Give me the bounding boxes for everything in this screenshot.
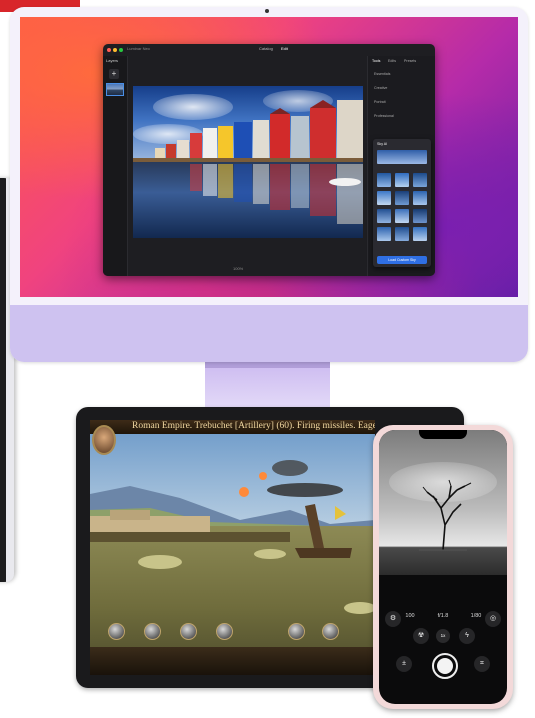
window-close-button[interactable] [107, 48, 111, 52]
zoom-button[interactable]: 1x [436, 629, 450, 643]
sky-thumbnail[interactable] [377, 191, 391, 205]
add-layer-button[interactable]: + [109, 69, 119, 79]
window-minimize-button[interactable] [113, 48, 117, 52]
exposure-compensation-icon[interactable]: ± [396, 656, 412, 672]
zoom-level[interactable]: 100% [233, 266, 243, 271]
sky-thumbnail[interactable] [413, 227, 427, 241]
sky-thumbnail[interactable] [377, 173, 391, 187]
sky-thumbnail[interactable] [377, 227, 391, 241]
imac-screen: Luminar Neo Catalog Edit Layers + Tools … [20, 17, 518, 297]
exposure-icon[interactable]: ☢ [413, 628, 429, 644]
settings-icon[interactable]: ⚙ [385, 611, 401, 627]
game-command-button[interactable] [144, 623, 161, 640]
shutter-inner [437, 658, 453, 674]
imac-chin [10, 305, 528, 362]
load-custom-sky-button[interactable]: Load Custom Sky [377, 256, 427, 264]
layer-thumbnail[interactable] [106, 83, 124, 96]
edited-photo [133, 86, 363, 238]
iso-value[interactable]: 100 [399, 613, 421, 619]
sky-thumbnail[interactable] [395, 209, 409, 223]
panel-item-creative[interactable]: Creative [374, 86, 387, 90]
iphone-notch [419, 430, 467, 439]
panel-tab-edits[interactable]: Edits [388, 59, 396, 63]
game-command-button[interactable] [108, 623, 125, 640]
game-command-button[interactable] [180, 623, 197, 640]
layers-label: Layers [106, 58, 119, 63]
sky-thumbnail[interactable] [413, 173, 427, 187]
general-portrait[interactable] [92, 425, 116, 455]
panel-item-portrait[interactable]: Portrait [374, 100, 386, 104]
shutter-button[interactable] [432, 653, 458, 679]
aperture-value[interactable]: f/1.8 [429, 613, 457, 619]
game-status-text: Roman Empire. Trebuchet [Artillery] (60)… [132, 421, 375, 431]
iphone-camera-screen: 100 f/1.8 1/80 ⚙ ◎ ☢ ϟ 1x ± ⌗ [379, 430, 507, 704]
sky-preview [377, 150, 427, 164]
houses-illustration [133, 100, 363, 224]
photo-editor-window: Luminar Neo Catalog Edit Layers + Tools … [103, 44, 435, 276]
sky-thumbnail[interactable] [413, 209, 427, 223]
sky-selection-popup: Sky AI Load Custom Sky [373, 139, 431, 267]
window-title: Luminar Neo [127, 46, 150, 51]
tab-edit[interactable]: Edit [281, 46, 288, 51]
timer-icon[interactable]: ◎ [485, 611, 501, 627]
sky-popup-title: Sky AI [377, 142, 388, 146]
frame-icon[interactable]: ⌗ [474, 656, 490, 672]
sky-thumbnail[interactable] [395, 173, 409, 187]
panel-tab-tools[interactable]: Tools [372, 59, 380, 63]
ipad-game-screen: Roman Empire. Trebuchet [Artillery] (60)… [90, 420, 375, 675]
sky-thumbnail[interactable] [377, 209, 391, 223]
panel-item-essentials[interactable]: Essentials [374, 72, 390, 76]
panel-tab-presets[interactable]: Presets [404, 59, 416, 63]
game-command-button[interactable] [216, 623, 233, 640]
tab-catalog[interactable]: Catalog [259, 46, 273, 51]
panel-item-professional[interactable]: Professional [374, 114, 394, 118]
layers-sidebar: Layers + [103, 56, 128, 276]
sky-thumbnail[interactable] [413, 191, 427, 205]
game-command-button[interactable] [288, 623, 305, 640]
shutter-speed-value[interactable]: 1/80 [465, 613, 487, 619]
sky-thumbnail[interactable] [395, 191, 409, 205]
sky-thumbnail[interactable] [395, 227, 409, 241]
flash-icon[interactable]: ϟ [459, 628, 475, 644]
imac-camera [265, 9, 269, 13]
window-maximize-button[interactable] [119, 48, 123, 52]
tree-silhouette [419, 479, 472, 551]
game-unit-bar [90, 647, 375, 675]
game-command-button[interactable] [322, 623, 339, 640]
